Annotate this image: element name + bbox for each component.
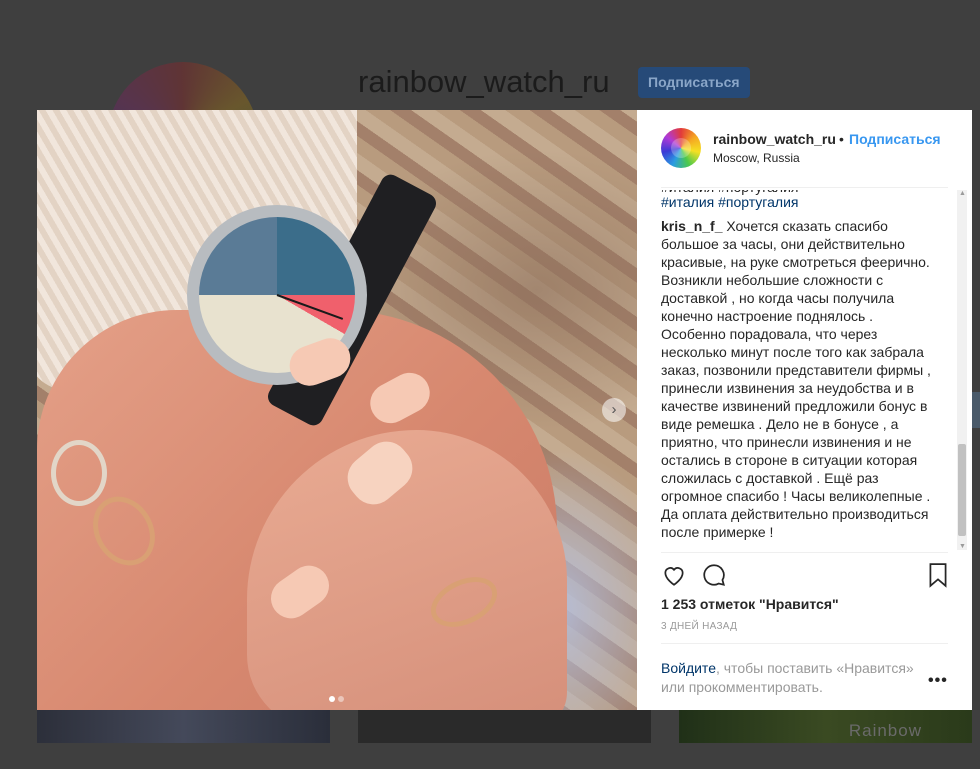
carousel-indicator [329, 689, 347, 707]
comment: kris_n_f_ Хочется сказать спасибо большо… [661, 217, 941, 541]
login-link[interactable]: Войдите [661, 660, 716, 676]
heart-icon[interactable] [661, 562, 687, 588]
divider [661, 187, 948, 188]
likes-count[interactable]: 1 253 отметок "Нравится" [661, 596, 839, 612]
post-modal: › rainbow_watch_ru • Подписаться Moscow,… [37, 110, 972, 710]
post-location[interactable]: Moscow, Russia [713, 151, 800, 165]
post-username[interactable]: rainbow_watch_ru [713, 131, 836, 147]
action-bar [661, 562, 951, 592]
grid-thumbnail[interactable] [37, 709, 330, 743]
comments-list[interactable]: #италия #португалия #италия #португалия … [661, 190, 948, 550]
avatar[interactable] [661, 128, 701, 168]
carousel-dot-active [329, 696, 335, 702]
scrollbar-thumb[interactable] [958, 444, 966, 536]
profile-follow-button[interactable]: Подписаться [638, 67, 750, 98]
comments-scrollbar[interactable]: ▲ ▼ [957, 190, 967, 550]
thumbnail-caption: Rainbow [848, 721, 922, 740]
comment-text: Хочется сказать спасибо большое за часы,… [661, 218, 931, 540]
carousel-dot [338, 696, 344, 702]
login-prompt: Войдите, чтобы поставить «Нравится» или … [661, 659, 921, 697]
post-photo[interactable]: › [37, 110, 637, 710]
comment-username[interactable]: kris_n_f_ [661, 218, 722, 234]
header-separator: • [839, 131, 844, 147]
photo-ring [51, 440, 107, 506]
more-options-icon[interactable]: ••• [928, 672, 948, 690]
bookmark-icon[interactable] [925, 562, 951, 588]
photo-watch-hand [276, 294, 344, 320]
chevron-right-icon[interactable]: › [602, 398, 626, 422]
profile-username: rainbow_watch_ru [358, 64, 610, 99]
grid-thumbnail[interactable] [358, 709, 651, 743]
scroll-up-icon[interactable]: ▲ [959, 190, 966, 197]
caption-hashtags[interactable]: #италия #португалия [661, 193, 798, 211]
scroll-down-icon[interactable]: ▼ [959, 543, 966, 550]
divider [661, 643, 948, 644]
post-timestamp[interactable]: 3 ДНЕЙ НАЗАД [661, 621, 737, 632]
comment-bubble-icon[interactable] [701, 562, 727, 588]
grid-thumbnail[interactable]: Rainbow [679, 709, 972, 743]
follow-button[interactable]: Подписаться [849, 131, 941, 147]
post-header: rainbow_watch_ru • Подписаться Moscow, R… [637, 110, 972, 188]
background-edge [972, 392, 980, 428]
post-side-panel: rainbow_watch_ru • Подписаться Moscow, R… [637, 110, 972, 710]
divider [661, 552, 948, 553]
